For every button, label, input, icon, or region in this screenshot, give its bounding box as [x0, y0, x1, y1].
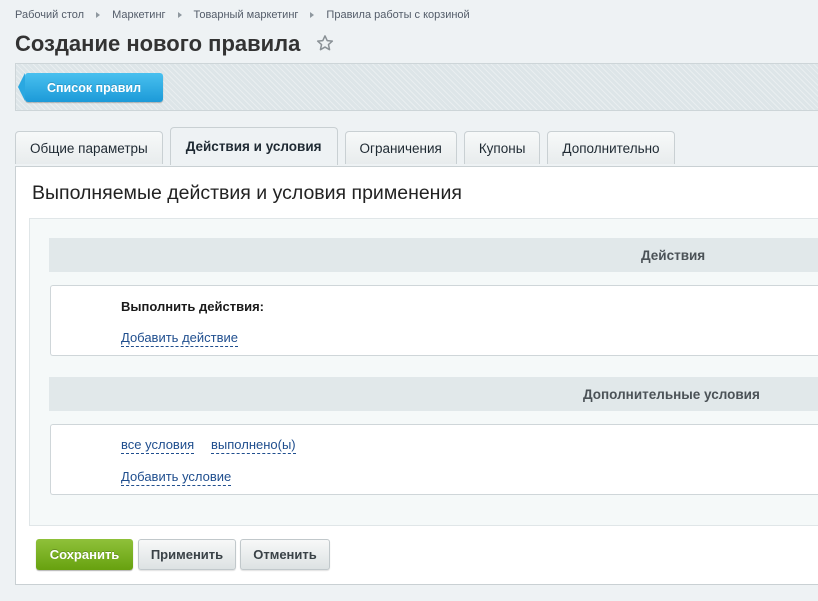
tab-coupons[interactable]: Купоны	[463, 131, 541, 164]
breadcrumb-item-product-marketing[interactable]: Товарный маркетинг	[194, 9, 299, 21]
page-title: Создание нового правила	[15, 31, 301, 56]
cancel-button[interactable]: Отменить	[240, 539, 330, 570]
breadcrumb-item-desktop[interactable]: Рабочий стол	[15, 9, 84, 21]
section-heading: Выполняемые действия и условия применени…	[32, 182, 462, 204]
breadcrumb-item-marketing[interactable]: Маркетинг	[112, 9, 165, 21]
tab-actions-conditions[interactable]: Действия и условия	[169, 127, 338, 165]
conditions-section-title: Дополнительные условия	[583, 386, 760, 402]
fulfilled-link[interactable]: выполнено(ы)	[211, 437, 296, 454]
tab-general[interactable]: Общие параметры	[15, 131, 163, 164]
breadcrumb-separator-icon	[310, 12, 315, 18]
apply-button[interactable]: Применить	[138, 539, 236, 570]
tab-restrictions[interactable]: Ограничения	[344, 131, 457, 164]
tab-bar: Общие параметры Действия и условия Огран…	[15, 126, 682, 165]
execute-actions-label: Выполнить действия:	[121, 299, 264, 314]
actions-box: Выполнить действия: Добавить действие	[50, 285, 818, 356]
add-action-link[interactable]: Добавить действие	[121, 330, 238, 347]
tab-content-panel: Выполняемые действия и условия применени…	[15, 166, 818, 585]
toolbar: Список правил	[15, 63, 818, 111]
breadcrumb-separator-icon	[96, 12, 101, 18]
save-button[interactable]: Сохранить	[36, 539, 133, 570]
title-row: Создание нового правила	[15, 31, 334, 57]
breadcrumb-item-cart-rules[interactable]: Правила работы с корзиной	[326, 9, 469, 21]
actions-section-header: Действия	[49, 238, 818, 272]
add-condition-link[interactable]: Добавить условие	[121, 469, 232, 486]
rules-list-button[interactable]: Список правил	[18, 73, 163, 102]
all-conditions-link[interactable]: все условия	[121, 437, 195, 454]
conditions-section-header: Дополнительные условия	[49, 377, 818, 411]
rules-editor: Действия Выполнить действия: Добавить де…	[29, 218, 818, 526]
conditions-box: все условия выполнено(ы) Добавить услови…	[50, 424, 818, 495]
tab-additional[interactable]: Дополнительно	[547, 131, 675, 164]
actions-section-title: Действия	[641, 247, 706, 263]
breadcrumb-separator-icon	[177, 12, 182, 18]
breadcrumb: Рабочий стол Маркетинг Товарный маркетин…	[15, 9, 470, 21]
star-icon[interactable]	[316, 34, 334, 57]
